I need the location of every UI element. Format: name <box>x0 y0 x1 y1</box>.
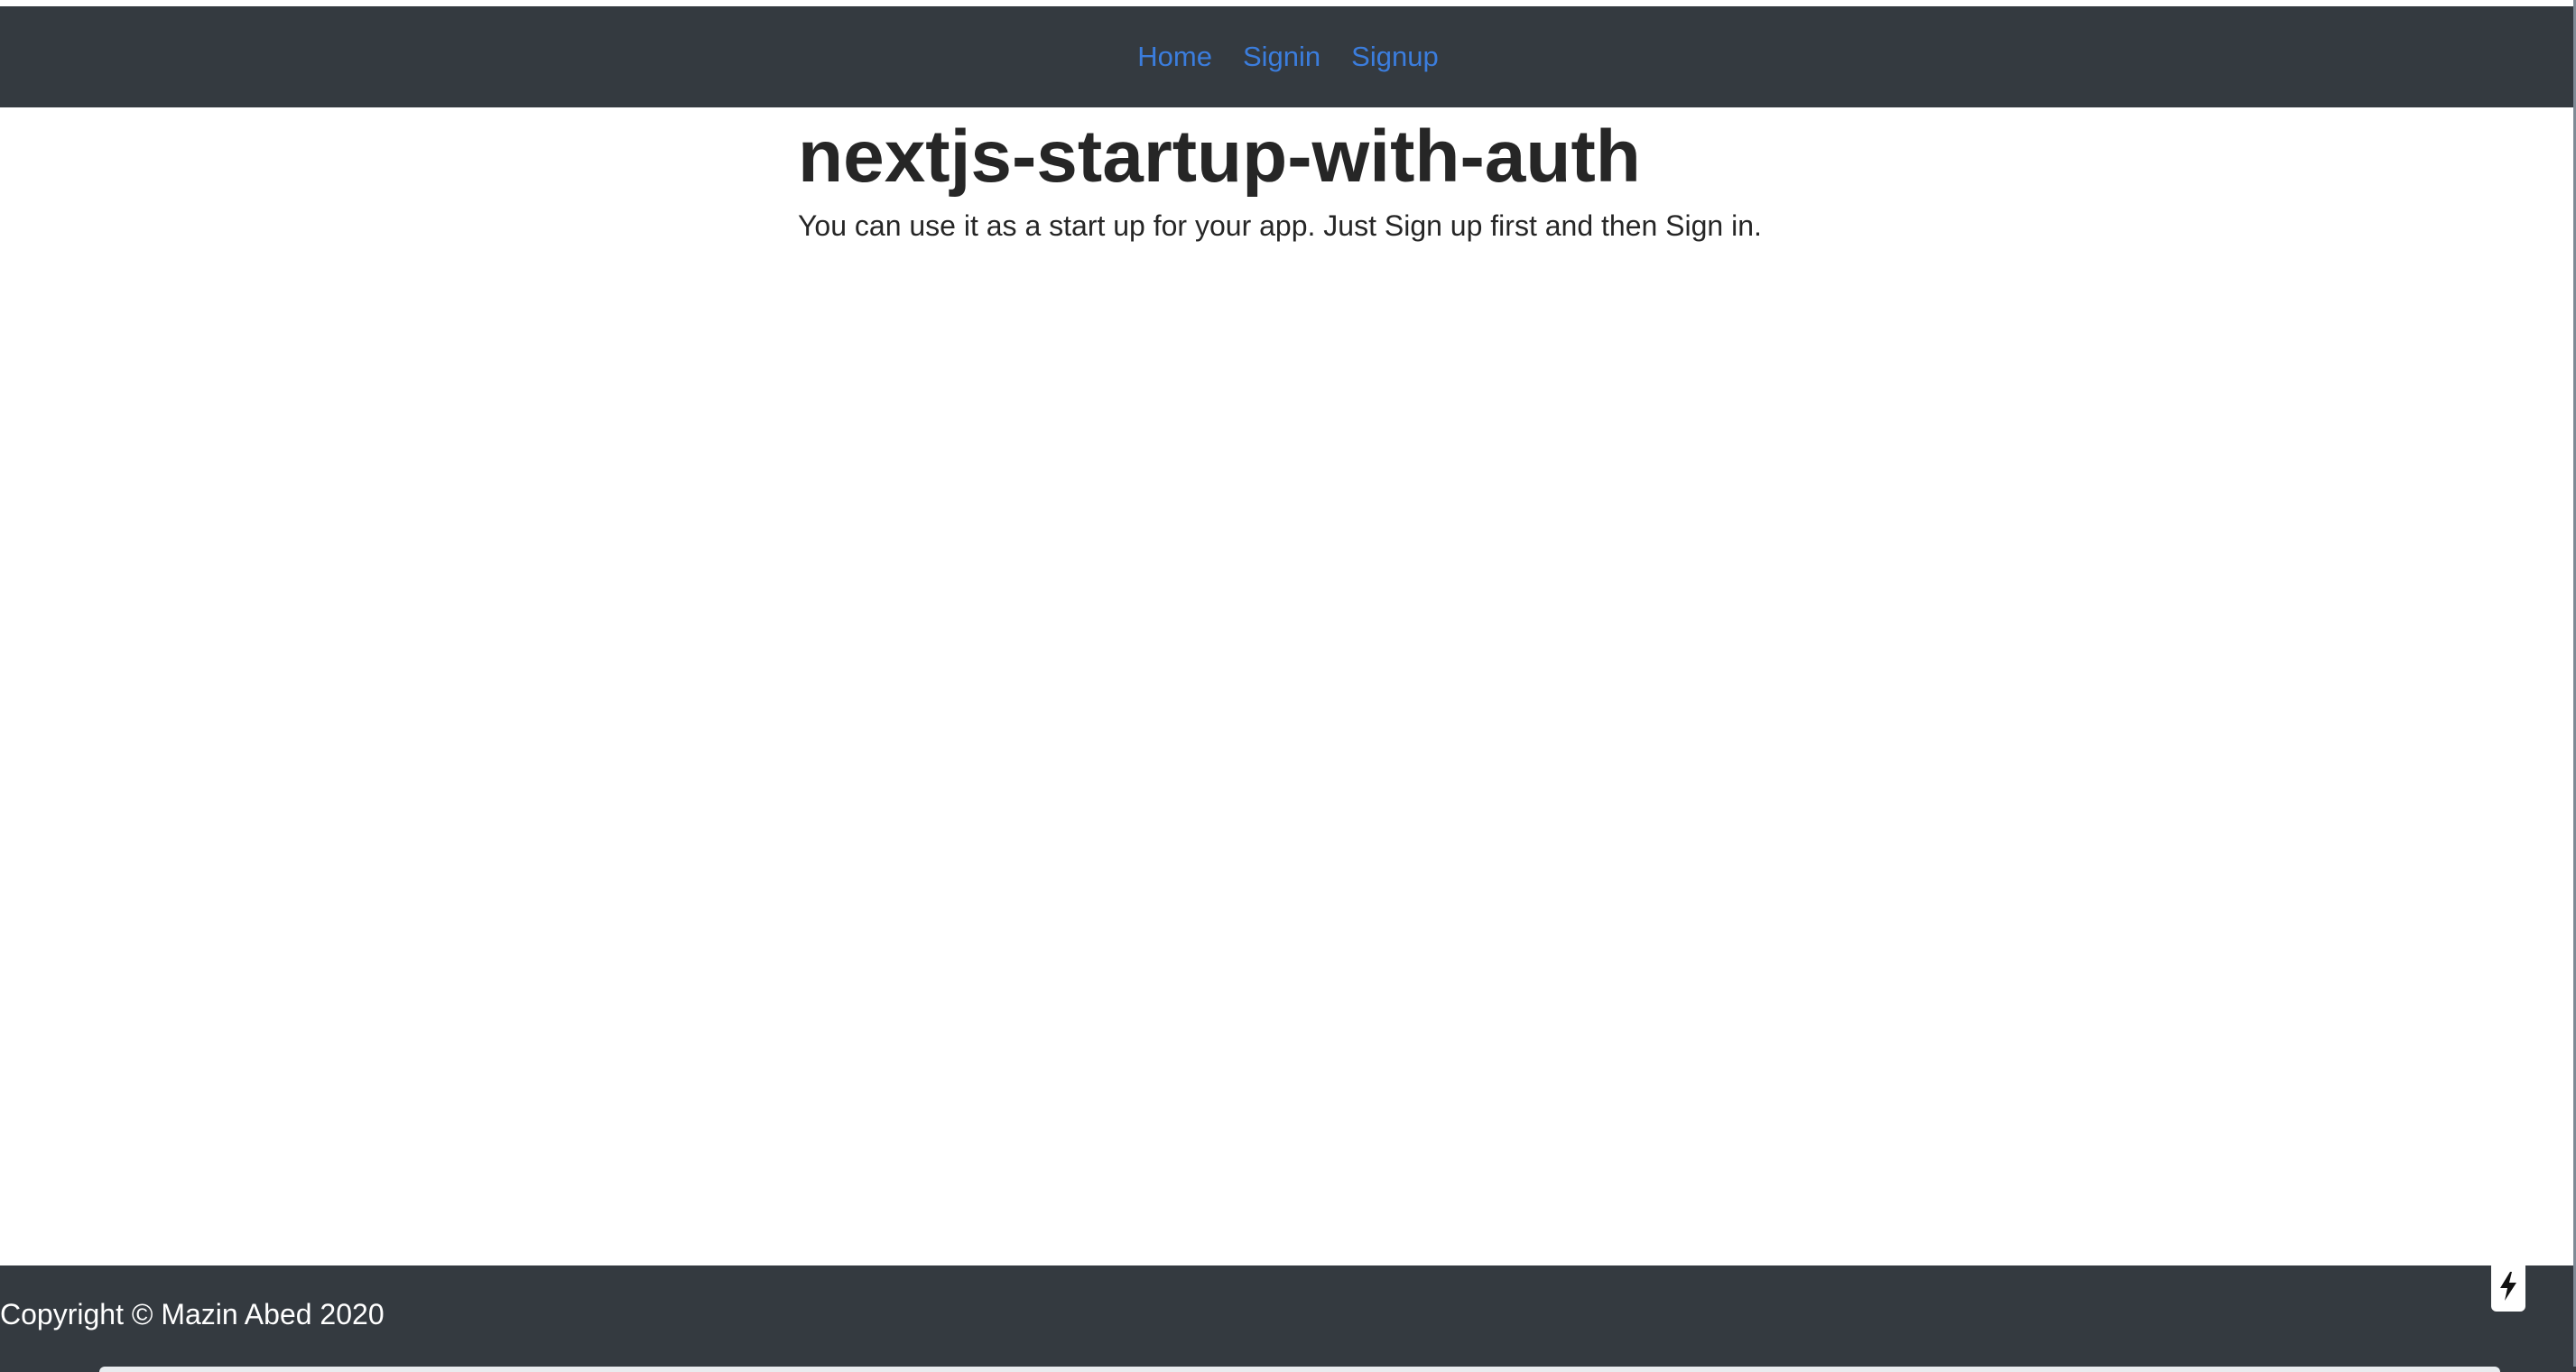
page: Home Signin Signup nextjs-startup-with-a… <box>0 0 2576 1372</box>
nav-link-home[interactable]: Home <box>1137 41 1212 73</box>
main-content: nextjs-startup-with-auth You can use it … <box>798 107 1971 244</box>
top-navbar: Home Signin Signup <box>0 6 2576 107</box>
nav-link-signup[interactable]: Signup <box>1351 41 1439 73</box>
copyright-text: Copyright © Mazin Abed 2020 <box>0 1298 385 1330</box>
bottom-strip-inner <box>99 1367 2500 1372</box>
dev-indicator-button[interactable] <box>2491 1261 2525 1312</box>
main-nav: Home Signin Signup <box>1137 41 1438 73</box>
lightning-bolt-icon <box>2498 1271 2518 1302</box>
nav-link-signin[interactable]: Signin <box>1243 41 1320 73</box>
bottom-strip <box>0 1367 2576 1372</box>
page-title: nextjs-startup-with-auth <box>798 116 1641 198</box>
footer: Copyright © Mazin Abed 2020 <box>0 1265 2576 1367</box>
page-description: You can use it as a start up for your ap… <box>798 209 1762 243</box>
